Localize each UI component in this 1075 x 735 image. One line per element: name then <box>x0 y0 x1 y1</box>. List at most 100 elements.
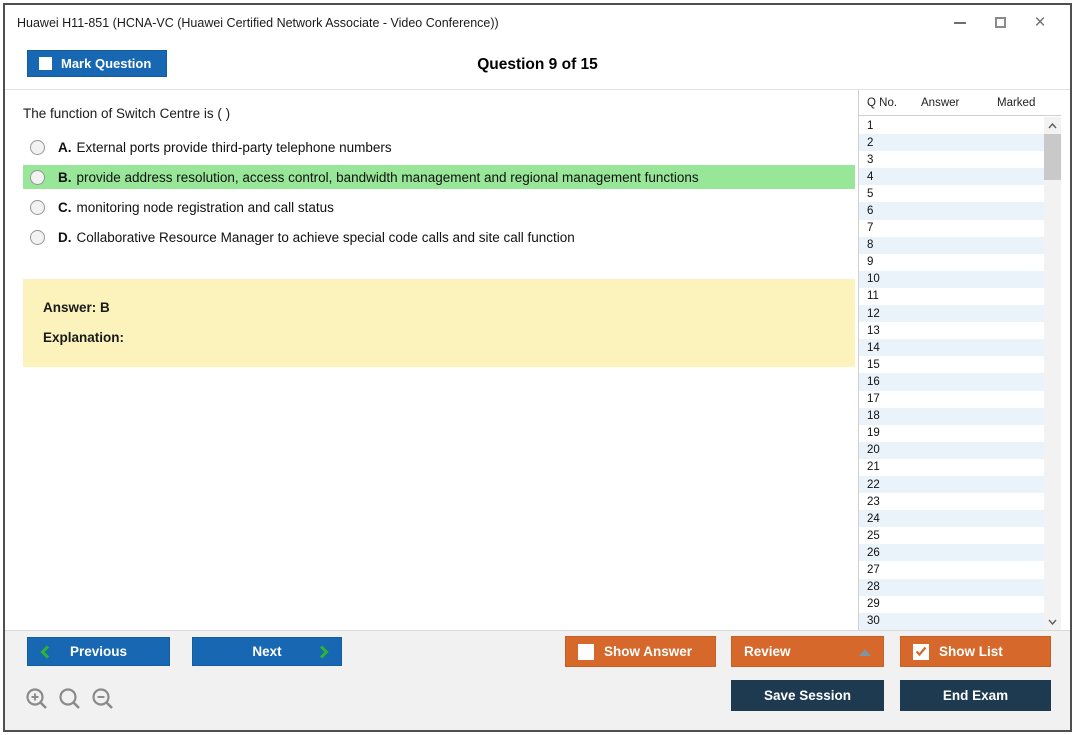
close-button[interactable]: × <box>1020 5 1060 40</box>
chevron-left-icon <box>40 645 50 662</box>
question-number: 7 <box>867 222 874 235</box>
mark-question-label: Mark Question <box>61 56 152 71</box>
question-number: 10 <box>867 273 880 286</box>
question-list-row[interactable]: 28 <box>859 578 1044 596</box>
radio-button[interactable] <box>30 199 45 215</box>
maximize-icon <box>994 17 1006 28</box>
question-list-row[interactable]: 19 <box>859 425 1044 442</box>
question-list-row[interactable]: 24 <box>859 510 1044 528</box>
question-list-row[interactable]: 6 <box>859 202 1044 220</box>
question-number: 23 <box>867 495 880 508</box>
question-list-row[interactable]: 2 <box>859 134 1044 152</box>
column-qno: Q No. <box>867 96 898 109</box>
next-button[interactable]: Next <box>192 637 342 666</box>
column-answer: Answer <box>921 96 960 109</box>
question-list-row[interactable]: 25 <box>859 527 1044 544</box>
answer-label: Answer: B <box>43 300 110 315</box>
question-list-row[interactable]: 29 <box>859 596 1044 613</box>
option-text: Collaborative Resource Manager to achiev… <box>76 229 575 245</box>
check-icon <box>915 646 927 657</box>
show-list-button[interactable]: Show List <box>900 636 1051 667</box>
question-number: 9 <box>867 256 874 269</box>
question-list-row[interactable]: 5 <box>859 185 1044 202</box>
maximize-button[interactable] <box>980 5 1020 40</box>
question-list-row[interactable]: 8 <box>859 236 1044 254</box>
question-number: 29 <box>867 598 880 611</box>
titlebar: Huawei H11-851 (HCNA-VC (Huawei Certifie… <box>5 5 1070 40</box>
close-icon: × <box>1034 12 1046 33</box>
option-c[interactable]: C. monitoring node registration and call… <box>23 195 855 219</box>
window-controls: × <box>940 5 1060 40</box>
question-list-row[interactable]: 21 <box>859 459 1044 476</box>
scroll-thumb[interactable] <box>1044 134 1061 180</box>
option-d[interactable]: D. Collaborative Resource Manager to ach… <box>23 225 855 249</box>
option-b[interactable]: B. provide address resolution, access co… <box>23 165 855 189</box>
question-list-row[interactable]: 15 <box>859 356 1044 373</box>
question-list-row[interactable]: 11 <box>859 288 1044 305</box>
question-list-row[interactable]: 9 <box>859 254 1044 271</box>
chevron-right-icon <box>319 645 329 662</box>
app-window: Huawei H11-851 (HCNA-VC (Huawei Certifie… <box>3 3 1072 732</box>
radio-button[interactable] <box>30 139 45 155</box>
question-list-row[interactable]: 1 <box>859 117 1044 134</box>
question-number: 11 <box>867 290 879 303</box>
next-label: Next <box>252 644 282 659</box>
question-number: 5 <box>867 187 874 200</box>
question-list-row[interactable]: 10 <box>859 270 1044 288</box>
scrollbar[interactable] <box>1044 117 1061 630</box>
show-answer-button[interactable]: Show Answer <box>565 636 716 667</box>
previous-label: Previous <box>69 644 128 659</box>
question-number: 2 <box>867 136 874 149</box>
question-list-row[interactable]: 7 <box>859 220 1044 237</box>
question-number: 22 <box>867 478 880 491</box>
option-text: provide address resolution, access contr… <box>76 169 699 185</box>
scroll-up-arrow[interactable] <box>1044 117 1061 134</box>
question-list-row[interactable]: 30 <box>859 612 1044 630</box>
question-list-row[interactable]: 3 <box>859 151 1044 168</box>
question-list-row[interactable]: 26 <box>859 544 1044 562</box>
question-list-row[interactable]: 4 <box>859 168 1044 186</box>
review-button[interactable]: Review <box>731 636 884 667</box>
radio-button[interactable] <box>30 169 45 185</box>
question-number: 17 <box>867 393 880 406</box>
end-exam-button[interactable]: End Exam <box>900 680 1051 711</box>
zoom-out-icon[interactable] <box>91 687 115 713</box>
mark-question-checkbox[interactable] <box>39 57 52 70</box>
question-list-row[interactable]: 13 <box>859 322 1044 339</box>
dropdown-arrow-icon <box>859 649 871 656</box>
options-list: A. External ports provide third-party te… <box>5 135 858 249</box>
minimize-icon <box>954 21 966 24</box>
show-answer-checkbox[interactable] <box>578 643 594 660</box>
question-list-row[interactable]: 18 <box>859 407 1044 425</box>
scroll-down-arrow[interactable] <box>1044 613 1061 630</box>
question-number: 1 <box>867 119 874 132</box>
mark-question-button[interactable]: Mark Question <box>27 50 168 77</box>
question-list-row[interactable]: 14 <box>859 339 1044 357</box>
question-number: 18 <box>867 410 880 423</box>
question-list-row[interactable]: 23 <box>859 493 1044 510</box>
answer-box: Answer: B Explanation: <box>23 279 855 367</box>
zoom-reset-icon[interactable] <box>58 687 82 713</box>
question-number: 26 <box>867 546 880 559</box>
footer-bar: Previous Next Show Answer Review Show Li… <box>5 630 1070 730</box>
show-list-checkbox[interactable] <box>913 643 929 660</box>
question-list-row[interactable]: 22 <box>859 475 1044 494</box>
minimize-button[interactable] <box>940 5 980 40</box>
question-list-row[interactable]: 17 <box>859 391 1044 408</box>
save-session-button[interactable]: Save Session <box>731 680 884 711</box>
question-number: 15 <box>867 358 880 371</box>
radio-button[interactable] <box>30 229 45 245</box>
question-list-row[interactable]: 16 <box>859 373 1044 391</box>
question-number: 25 <box>867 529 880 542</box>
previous-button[interactable]: Previous <box>27 637 170 666</box>
option-a[interactable]: A. External ports provide third-party te… <box>23 135 855 159</box>
question-list-row[interactable]: 20 <box>859 441 1044 459</box>
question-number: 21 <box>867 461 880 474</box>
option-letter: D. <box>58 229 72 245</box>
question-list-row[interactable]: 12 <box>859 305 1044 323</box>
question-number: 4 <box>867 170 874 183</box>
question-number: 14 <box>867 341 880 354</box>
option-letter: B. <box>58 169 72 185</box>
zoom-in-icon[interactable] <box>25 687 49 713</box>
question-list-row[interactable]: 27 <box>859 561 1044 578</box>
